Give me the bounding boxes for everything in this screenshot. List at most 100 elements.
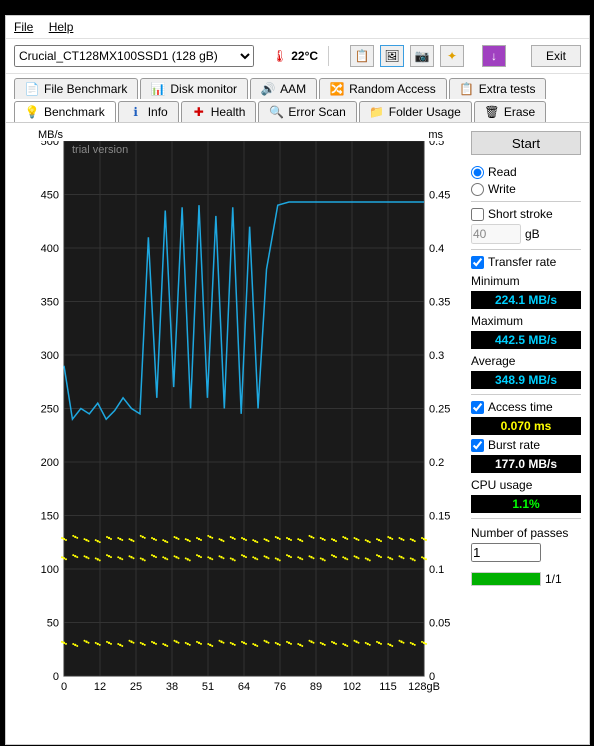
svg-text:64: 64: [238, 681, 250, 693]
short-stroke-input[interactable]: [471, 224, 521, 244]
svg-text:128gB: 128gB: [408, 681, 440, 693]
svg-text:89: 89: [310, 681, 322, 693]
svg-text:25: 25: [130, 681, 142, 693]
tab-disk-monitor[interactable]: 📊Disk monitor: [140, 78, 248, 99]
svg-text:150: 150: [41, 511, 59, 523]
toolbar: Crucial_CT128MX100SSD1 (128 gB) 🌡 22°C 📋…: [6, 39, 589, 74]
svg-text:76: 76: [274, 681, 286, 693]
svg-text:115: 115: [379, 681, 397, 693]
tab-extra-tests[interactable]: 📋Extra tests: [449, 78, 547, 99]
svg-text:450: 450: [41, 190, 59, 202]
download-icon: ↓: [491, 49, 497, 63]
svg-text:0.15: 0.15: [429, 511, 450, 523]
svg-text:38: 38: [166, 681, 178, 693]
svg-text:400: 400: [41, 243, 59, 255]
svg-text:300: 300: [41, 350, 59, 362]
drive-select[interactable]: Crucial_CT128MX100SSD1 (128 gB): [14, 45, 254, 67]
maximum-label: Maximum: [471, 314, 581, 328]
tab-random-access[interactable]: 🔀Random Access: [319, 78, 447, 99]
svg-text:0: 0: [61, 681, 67, 693]
minimum-value: 224.1 MB/s: [471, 291, 581, 309]
info-icon: ℹ: [129, 105, 143, 119]
magnify-icon: 🔍: [269, 105, 283, 119]
svg-text:200: 200: [41, 457, 59, 469]
svg-text:0.3: 0.3: [429, 350, 444, 362]
cpu-usage-label: CPU usage: [471, 478, 581, 492]
menu-file[interactable]: File: [14, 20, 33, 34]
average-value: 348.9 MB/s: [471, 371, 581, 389]
health-icon: ✚: [192, 105, 206, 119]
tab-erase[interactable]: 🗑Erase: [474, 101, 546, 122]
passes-label: Number of passes: [471, 526, 581, 540]
passes-input[interactable]: [471, 543, 541, 562]
tab-error-scan[interactable]: 🔍Error Scan: [258, 101, 356, 122]
screenshot-button[interactable]: 🖼: [380, 45, 404, 67]
disk-monitor-icon: 📊: [151, 82, 165, 96]
copy-button[interactable]: 📋: [350, 45, 374, 67]
tab-folder-usage[interactable]: 📁Folder Usage: [359, 101, 472, 122]
watermark: trial version: [72, 144, 128, 156]
copy-icon: 📋: [355, 49, 370, 63]
svg-text:0.25: 0.25: [429, 404, 450, 416]
access-time-value: 0.070 ms: [471, 417, 581, 435]
svg-text:0.5: 0.5: [429, 141, 444, 148]
svg-text:102: 102: [343, 681, 361, 693]
gb-label: gB: [525, 227, 540, 241]
options-button[interactable]: ✦: [440, 45, 464, 67]
folder-icon: 📁: [370, 105, 384, 119]
access-time-checkbox[interactable]: Access time: [471, 400, 581, 414]
menu-bar: File Help: [6, 16, 589, 39]
tab-health[interactable]: ✚Health: [181, 101, 257, 122]
y-axis-left-label: MB/s: [38, 129, 63, 141]
tab-bar: 📄File Benchmark 📊Disk monitor 🔊AAM 🔀Rand…: [6, 74, 589, 123]
svg-text:12: 12: [94, 681, 106, 693]
benchmark-chart: 0 50 100 150 200 250 300 350 400 450 500 0 0.05 0.1 0.…: [14, 141, 464, 706]
thermometer-icon: 🌡: [272, 49, 287, 63]
average-label: Average: [471, 354, 581, 368]
camera-button[interactable]: 📷: [410, 45, 434, 67]
cpu-usage-value: 1.1%: [471, 495, 581, 513]
camera-icon: 📷: [415, 49, 430, 63]
svg-text:0.35: 0.35: [429, 297, 450, 309]
svg-text:50: 50: [47, 618, 59, 630]
tab-benchmark[interactable]: 💡Benchmark: [14, 101, 116, 122]
svg-text:0.45: 0.45: [429, 190, 450, 202]
menu-help[interactable]: Help: [49, 20, 74, 34]
svg-text:0.4: 0.4: [429, 243, 444, 255]
svg-text:51: 51: [202, 681, 214, 693]
gear-icon: ✦: [447, 49, 457, 63]
side-panel: Start Read Write Short stroke gB Transfe…: [471, 129, 581, 705]
minimum-label: Minimum: [471, 274, 581, 288]
svg-text:0.05: 0.05: [429, 618, 450, 630]
burst-rate-checkbox[interactable]: Burst rate: [471, 438, 581, 452]
down-button[interactable]: ↓: [482, 45, 506, 67]
transfer-rate-checkbox[interactable]: Transfer rate: [471, 255, 581, 269]
temperature: 🌡 22°C: [272, 49, 318, 63]
progress-text: 1/1: [545, 572, 562, 586]
svg-text:0.1: 0.1: [429, 564, 444, 576]
benchmark-icon: 💡: [25, 105, 39, 119]
exit-button[interactable]: Exit: [531, 45, 581, 67]
extra-icon: 📋: [460, 82, 474, 96]
chart-area: MB/s ms trial version 050100150200250300…: [14, 129, 463, 705]
read-radio[interactable]: Read: [471, 165, 581, 179]
file-benchmark-icon: 📄: [25, 82, 39, 96]
svg-text:250: 250: [41, 404, 59, 416]
maximum-value: 442.5 MB/s: [471, 331, 581, 349]
y-axis-right-label: ms: [428, 129, 443, 141]
progress-bar: [471, 572, 541, 586]
tab-file-benchmark[interactable]: 📄File Benchmark: [14, 78, 138, 99]
svg-text:500: 500: [41, 141, 59, 148]
write-radio[interactable]: Write: [471, 182, 581, 196]
svg-text:0.2: 0.2: [429, 457, 444, 469]
svg-text:350: 350: [41, 297, 59, 309]
window-icon: 🖼: [384, 49, 399, 63]
random-icon: 🔀: [330, 82, 344, 96]
tab-aam[interactable]: 🔊AAM: [250, 78, 317, 99]
tab-info[interactable]: ℹInfo: [118, 101, 179, 122]
short-stroke-checkbox[interactable]: Short stroke: [471, 207, 581, 221]
start-button[interactable]: Start: [471, 131, 581, 155]
svg-text:100: 100: [41, 564, 59, 576]
svg-text:0: 0: [53, 671, 59, 683]
burst-rate-value: 177.0 MB/s: [471, 455, 581, 473]
